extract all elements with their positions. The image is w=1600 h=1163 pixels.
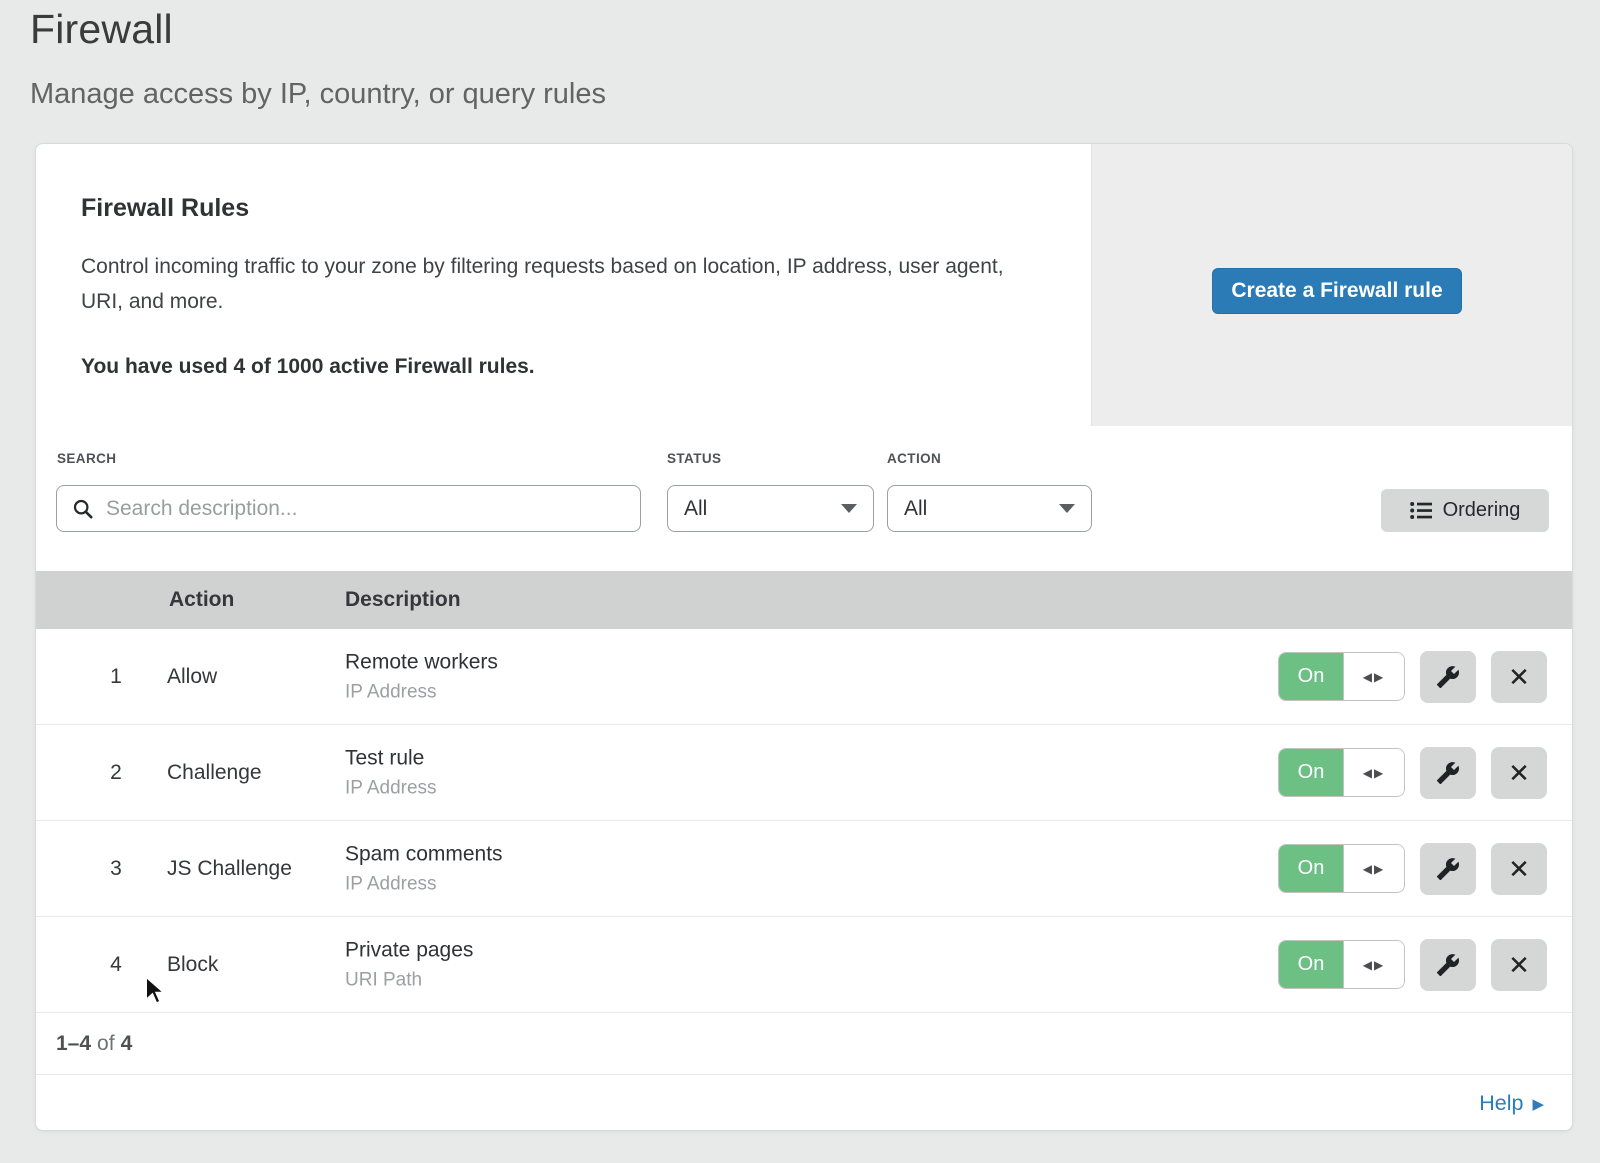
help-link[interactable]: Help ▶ (1479, 1091, 1544, 1116)
search-icon (73, 499, 93, 519)
delete-rule-button[interactable]: ✕ (1491, 747, 1547, 799)
delete-rule-button[interactable]: ✕ (1491, 843, 1547, 895)
rule-priority: 2 (94, 761, 138, 785)
rule-match-type: URI Path (345, 969, 473, 991)
toggle-arrows-icon: ◀▶ (1363, 670, 1385, 684)
wrench-icon (1436, 857, 1460, 881)
ordering-button-label: Ordering (1443, 499, 1521, 522)
filter-bar: SEARCH STATUS ACTION All All (36, 426, 1572, 571)
create-rule-panel: Create a Firewall rule (1091, 144, 1572, 426)
close-icon: ✕ (1508, 952, 1530, 978)
rule-priority: 4 (94, 953, 138, 977)
create-firewall-rule-button[interactable]: Create a Firewall rule (1212, 268, 1462, 314)
rule-priority: 3 (94, 857, 138, 881)
status-label: STATUS (667, 451, 721, 466)
card-header-text: Firewall Rules Control incoming traffic … (36, 144, 1091, 426)
chevron-down-icon (841, 504, 857, 513)
action-select[interactable]: All (887, 485, 1092, 532)
status-selected-value: All (684, 497, 707, 521)
rule-enabled-toggle[interactable]: On ◀▶ (1278, 748, 1405, 797)
search-box[interactable] (56, 485, 641, 532)
toggle-knob[interactable]: ◀▶ (1343, 749, 1404, 796)
table-row: 3 JS Challenge Spam comments IP Address … (36, 821, 1572, 917)
help-link-label: Help (1479, 1091, 1523, 1116)
toggle-arrows-icon: ◀▶ (1363, 766, 1385, 780)
wrench-icon (1436, 665, 1460, 689)
usage-text: You have used 4 of 1000 active Firewall … (81, 355, 1031, 379)
wrench-icon (1436, 761, 1460, 785)
wrench-icon (1436, 953, 1460, 977)
page-subtitle: Manage access by IP, country, or query r… (30, 78, 606, 111)
delete-rule-button[interactable]: ✕ (1491, 651, 1547, 703)
rule-action: Block (167, 953, 218, 977)
toggle-on-label: On (1279, 845, 1343, 892)
card-header: Firewall Rules Control incoming traffic … (36, 144, 1572, 426)
rule-description: Test rule (345, 746, 437, 770)
pagination-range: 1–4 (56, 1032, 91, 1056)
rule-description: Spam comments (345, 842, 503, 866)
column-header-action: Action (169, 588, 234, 612)
toggle-on-label: On (1279, 941, 1343, 988)
rule-description: Private pages (345, 938, 473, 962)
status-select[interactable]: All (667, 485, 874, 532)
action-label: ACTION (887, 451, 941, 466)
toggle-arrows-icon: ◀▶ (1363, 958, 1385, 972)
ordering-button[interactable]: Ordering (1381, 489, 1549, 532)
rule-match-type: IP Address (345, 873, 503, 895)
chevron-down-icon (1059, 504, 1075, 513)
pagination-of: of (97, 1032, 115, 1056)
column-header-description: Description (345, 588, 461, 612)
edit-rule-button[interactable] (1420, 651, 1476, 703)
edit-rule-button[interactable] (1420, 747, 1476, 799)
rule-match-type: IP Address (345, 681, 498, 703)
toggle-on-label: On (1279, 653, 1343, 700)
toggle-knob[interactable]: ◀▶ (1343, 941, 1404, 988)
rule-enabled-toggle[interactable]: On ◀▶ (1278, 652, 1405, 701)
search-label: SEARCH (57, 451, 116, 466)
close-icon: ✕ (1508, 664, 1530, 690)
pagination: 1–4 of 4 (36, 1013, 1572, 1074)
rule-action: JS Challenge (167, 857, 292, 881)
rule-enabled-toggle[interactable]: On ◀▶ (1278, 940, 1405, 989)
card-description: Control incoming traffic to your zone by… (81, 249, 1026, 319)
help-bar: Help ▶ (36, 1074, 1572, 1132)
delete-rule-button[interactable]: ✕ (1491, 939, 1547, 991)
search-input[interactable] (106, 497, 640, 521)
help-arrow-icon: ▶ (1532, 1095, 1544, 1112)
toggle-arrows-icon: ◀▶ (1363, 862, 1385, 876)
table-row: 4 Block Private pages URI Path On ◀▶ (36, 917, 1572, 1013)
toggle-knob[interactable]: ◀▶ (1343, 653, 1404, 700)
rule-enabled-toggle[interactable]: On ◀▶ (1278, 844, 1405, 893)
action-selected-value: All (904, 497, 927, 521)
firewall-rules-card: Firewall Rules Control incoming traffic … (35, 143, 1573, 1131)
toggle-on-label: On (1279, 749, 1343, 796)
firewall-rules-list: 1 Allow Remote workers IP Address On ◀▶ (36, 629, 1572, 1013)
table-row: 2 Challenge Test rule IP Address On ◀▶ (36, 725, 1572, 821)
table-row: 1 Allow Remote workers IP Address On ◀▶ (36, 629, 1572, 725)
pagination-total: 4 (121, 1032, 133, 1056)
rule-description: Remote workers (345, 650, 498, 674)
edit-rule-button[interactable] (1420, 843, 1476, 895)
close-icon: ✕ (1508, 856, 1530, 882)
toggle-knob[interactable]: ◀▶ (1343, 845, 1404, 892)
table-header: Action Description (36, 571, 1572, 629)
page-title: Firewall (30, 6, 173, 53)
rule-priority: 1 (94, 665, 138, 689)
card-heading: Firewall Rules (81, 194, 1031, 223)
close-icon: ✕ (1508, 760, 1530, 786)
edit-rule-button[interactable] (1420, 939, 1476, 991)
rule-action: Allow (167, 665, 217, 689)
list-ordering-icon (1410, 501, 1432, 520)
rule-action: Challenge (167, 761, 262, 785)
rule-match-type: IP Address (345, 777, 437, 799)
